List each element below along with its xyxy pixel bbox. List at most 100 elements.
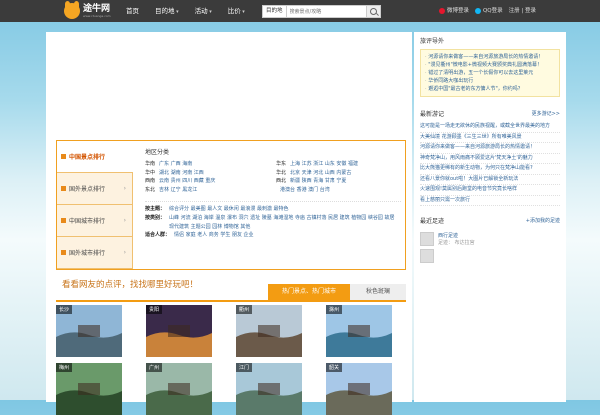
register-login-link[interactable]: 注册 | 登录 (509, 0, 536, 22)
city-name: 韶关 (326, 363, 343, 372)
region-filter: 地区分类 华南 广东 广西 海南 华东 上海 江苏 浙江 山东 安徽 福建华中 湖北 湖… (145, 149, 401, 240)
travel-item[interactable]: 这可能是一场走无欲休的民族视醒，或截全世界最美的地方 (420, 122, 560, 133)
travel-item[interactable]: 河源请你来做客——来自河源旅游局长的热情邀请！ (420, 143, 560, 154)
footprint-place: 足迹： 布达拉宫 (438, 240, 475, 246)
region-row: 西南 云南 贵州 四川 西藏 重庆 (145, 177, 270, 186)
city-tile[interactable]: 广州 (146, 363, 212, 415)
travel-item[interactable]: 比大熊猫更稀有的新生动物，为何只在梵净山能看? (420, 164, 560, 175)
city-tile[interactable]: 江门 (236, 363, 302, 415)
footprint-item (420, 249, 560, 263)
tab-foreign-city[interactable]: 国外城市排行 › (57, 237, 132, 269)
scenic-ranking-panel: 中国景点排行 国外景点排行 › 中国城市排行 › 国外城市排行 › 地区分类 华南 广东… (56, 140, 406, 270)
topic-row: 按类别： 山峰 河流 湖泊 海岸 温泉 瀑布 洞穴 遗址 陵墓 海滩湿地 寺庙 古… (145, 214, 401, 232)
topic-row: 按主题： 综合评分 最美图 最人文 最休闲 最浪漫 最刺激 最特色 (145, 205, 401, 214)
region-provinces[interactable]: 港澳台 香港 澳门 台湾 (280, 187, 330, 193)
region-provinces[interactable]: 上海 江苏 浙江 山东 安徽 福建 (290, 161, 358, 167)
region-provinces[interactable]: 湖北 湖南 河南 江西 (159, 170, 204, 176)
city-name: 衢州 (236, 305, 253, 314)
region-name: 华中 (145, 169, 156, 176)
avatar[interactable] (420, 249, 434, 263)
travel-item[interactable]: 还看八景你就out啦！大图片已解锁全新玩法 (420, 175, 560, 185)
city-name: 滁州 (326, 305, 343, 314)
city-tile[interactable]: 长沙 (56, 305, 122, 357)
region-provinces[interactable]: 北京 天津 河北 山西 内蒙古 (290, 170, 351, 176)
site-logo[interactable]: 途牛网 www.ctuanga.com (64, 1, 111, 20)
chevron-right-icon: › (123, 249, 126, 256)
nav-destination[interactable]: 目的地 (147, 0, 187, 22)
footprint-item: 西行足迹 足迹： 布达拉宫 (420, 232, 560, 246)
region-list: 华南 广东 广西 海南 华东 上海 江苏 浙江 山东 安徽 福建华中 湖北 湖南 河南 … (145, 160, 401, 195)
city-tile[interactable]: 梅州 (56, 363, 122, 415)
bullet-icon (61, 186, 66, 191)
qq-icon (474, 7, 481, 14)
more-travels-link[interactable]: 更多游记>> (532, 110, 560, 117)
weibo-login-link[interactable]: 微博登录 (438, 0, 469, 22)
tab-china-city[interactable]: 中国城市排行 › (57, 205, 132, 237)
region-row: 华北 北京 天津 河北 山西 内蒙古 (276, 169, 401, 178)
nav-home[interactable]: 首页 (118, 0, 147, 22)
region-provinces[interactable]: 吉林 辽宁 黑龙江 (159, 187, 197, 193)
chevron-right-icon: › (123, 185, 126, 192)
topic-filters: 按主题： 综合评分 最美图 最人文 最休闲 最浪漫 最刺激 最特色 按类别： 山峰 河… (145, 200, 401, 240)
nav-activity[interactable]: 活动 (187, 0, 220, 22)
region-name: 华东 (276, 160, 287, 167)
city-tile[interactable]: 衢州 (236, 305, 302, 357)
travel-item[interactable]: 火速围观!莫属别后跑堂的电音节究竟长啥样 (420, 185, 560, 196)
travel-item[interactable]: 看上慈丽只需一次旅行 (420, 196, 560, 206)
notice-item[interactable]: "漫见衢州"微电影+微视频大赛颁奖典礼圆满落幕！ (425, 61, 555, 69)
city-name: 梅州 (56, 363, 73, 372)
bullet-icon (61, 218, 66, 223)
banner-area (46, 32, 412, 140)
footprint-header: 最近足迹 +添加我的足迹 (420, 217, 560, 225)
city-tile[interactable]: 贵阳 (146, 305, 212, 357)
search-input[interactable] (286, 5, 367, 18)
tab-autumn[interactable]: 秋色斑斓 (350, 284, 406, 300)
notice-item[interactable]: 华侨同路大咖出玩行 (425, 77, 555, 85)
travel-header: 最新游记 更多游记>> (420, 110, 560, 118)
login-area: 微博登录 QQ登录 注册 | 登录 (438, 0, 536, 22)
nav-compare[interactable]: 比价 (220, 0, 253, 22)
city-tile[interactable]: 滁州 (326, 305, 392, 357)
tab-underline (56, 300, 406, 302)
region-row: 港澳台 香港 澳门 台湾 (276, 186, 401, 195)
topic-options[interactable]: 情侣 家庭 老人 商务 学生 朋友 企业 (174, 231, 254, 240)
city-tile[interactable]: 韶关 (326, 363, 392, 415)
chevron-right-icon: › (123, 217, 126, 224)
top-navbar: 途牛网 www.ctuanga.com 首页 目的地 活动 比价 目的地 微博登… (0, 0, 600, 22)
footprint-user[interactable]: 西行足迹 (438, 232, 475, 239)
region-row: 西北 新疆 陕西 青海 甘肃 宁夏 (276, 177, 401, 186)
region-name: 东北 (145, 187, 156, 194)
logo-mascot-icon (64, 1, 80, 19)
tab-hot-spots[interactable]: 热门景点、热门城市 (268, 284, 350, 300)
notice-item[interactable]: 邂逅中国"最古老的东方慵人节"，你约吗？ (425, 85, 555, 93)
city-name: 广州 (146, 363, 163, 372)
region-title: 地区分类 (145, 149, 170, 156)
region-row: 东北 吉林 辽宁 黑龙江 (145, 186, 270, 195)
city-name: 长沙 (56, 305, 73, 314)
topic-options[interactable]: 山峰 河流 湖泊 海岸 温泉 瀑布 洞穴 遗址 陵墓 海滩湿地 寺庙 古镇村落 … (169, 214, 401, 232)
search-icon[interactable] (366, 5, 381, 18)
topic-row: 适合人群： 情侣 家庭 老人 商务 学生 朋友 企业 (145, 231, 401, 240)
tab-china-scenic[interactable]: 中国景点排行 (57, 141, 133, 173)
topic-label: 按主题： (145, 205, 166, 212)
region-name: 西南 (145, 178, 156, 185)
travel-list: 这可能是一场走无欲休的民族视醒，或截全世界最美的地方 大美仙境 花游顾墨《三生三世… (420, 122, 560, 206)
right-sidebar: 旅评导外 河源请你来做客——来自河源旅游局长的热情邀请！"漫见衢州"微电影+微视… (414, 32, 566, 402)
region-provinces[interactable]: 新疆 陕西 青海 甘肃 宁夏 (290, 178, 346, 184)
qq-login-link[interactable]: QQ登录 (474, 0, 503, 22)
region-name: 西北 (276, 178, 287, 185)
travel-item[interactable]: 神奇梵净山，用风雨痛不顾爱这片'梵天净土'的魅力 (420, 154, 560, 164)
region-provinces[interactable]: 云南 贵州 四川 西藏 重庆 (159, 178, 215, 184)
search-scope-select[interactable]: 目的地 (262, 5, 287, 18)
topic-options[interactable]: 综合评分 最美图 最人文 最休闲 最浪漫 最刺激 最特色 (169, 205, 289, 214)
topic-label: 按类别： (145, 214, 166, 221)
tab-foreign-scenic[interactable]: 国外景点排行 › (57, 173, 132, 205)
travel-item[interactable]: 大美仙境 花游顾墨《三生三世》所有唯美风景 (420, 133, 560, 143)
avatar[interactable] (420, 232, 434, 246)
add-footprint-link[interactable]: +添加我的足迹 (526, 217, 560, 224)
region-provinces[interactable]: 广东 广西 海南 (159, 161, 192, 167)
notice-item[interactable]: 河源请你来做客——来自河源旅游局长的热情邀请！ (425, 53, 555, 61)
region-row: 华南 广东 广西 海南 (145, 160, 270, 169)
main-nav: 首页 目的地 活动 比价 (118, 0, 253, 22)
notice-item[interactable]: 错过了清明出游，五一个长假你可以去这里莱元 (425, 69, 555, 77)
